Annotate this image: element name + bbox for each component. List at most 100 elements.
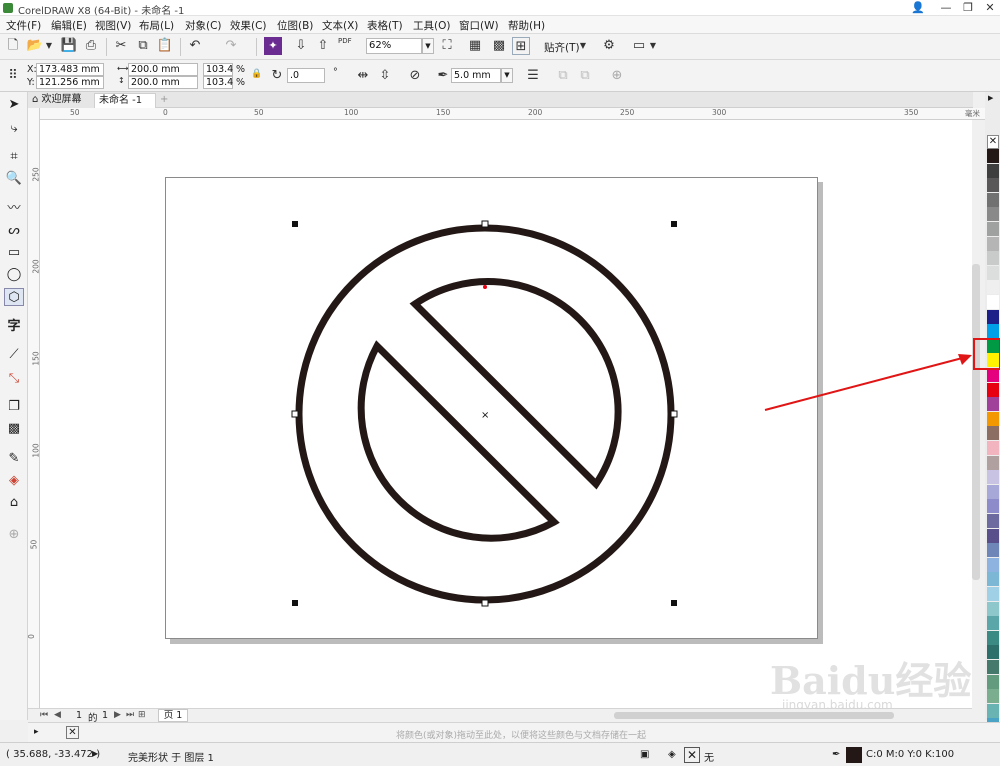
y-position-field[interactable]: 121.256 mm [36, 76, 104, 89]
menu-text[interactable]: 文本(X) [322, 18, 358, 33]
color-swatch[interactable] [987, 251, 999, 266]
color-swatch[interactable] [987, 236, 999, 251]
color-swatch[interactable] [987, 441, 999, 455]
zoom-tool-icon[interactable]: 🔍 [4, 170, 24, 188]
vertical-scrollbar[interactable] [972, 264, 980, 580]
export-icon[interactable]: ⇧ [314, 37, 332, 55]
menu-file[interactable]: 文件(F) [6, 18, 41, 33]
app-launcher-dropdown-icon[interactable]: ▼ [648, 37, 658, 55]
prev-page-icon[interactable]: ◀ [54, 710, 61, 720]
pick-tool-icon[interactable]: ➤ [4, 96, 24, 114]
menu-window[interactable]: 窗口(W) [459, 18, 499, 33]
drawing-layer[interactable]: × [40, 120, 972, 708]
tab-document[interactable]: 未命名 -1 [94, 93, 156, 108]
restore-button[interactable]: ❐ [956, 0, 980, 16]
upper-segment-shape[interactable] [409, 278, 622, 490]
x-position-field[interactable]: 173.483 mm [36, 63, 104, 76]
mirror-vertical-icon[interactable]: ⇳ [376, 67, 394, 85]
menu-view[interactable]: 视图(V) [95, 18, 131, 33]
menu-object[interactable]: 对象(C) [185, 18, 222, 33]
eyedropper-tool-icon[interactable]: ✎ [4, 450, 24, 468]
lower-segment-shape[interactable] [357, 340, 560, 542]
color-swatch[interactable] [987, 616, 999, 631]
color-swatch[interactable] [987, 207, 999, 222]
paste-icon[interactable]: 📋 [156, 37, 174, 55]
combine-icon[interactable]: ⧉ [554, 67, 572, 85]
object-origin-icon[interactable]: ⠿ [4, 67, 22, 85]
drawing-window[interactable]: × Baidu经验 jingyan.baidu.com [40, 120, 972, 712]
text-wrap-options-icon[interactable]: ☰ [524, 67, 542, 85]
palette-scroll-up-icon[interactable]: ▶ [988, 94, 993, 102]
color-swatch[interactable] [987, 149, 999, 163]
menu-tools[interactable]: 工具(O) [413, 18, 450, 33]
add-tool-icon[interactable]: ⊕ [4, 526, 24, 544]
next-page-icon[interactable]: ▶ [114, 710, 121, 720]
color-swatch[interactable] [987, 703, 999, 718]
show-grid-icon[interactable]: ▩ [490, 37, 508, 55]
rectangle-tool-icon[interactable]: ▭ [4, 244, 24, 262]
color-swatch[interactable] [987, 514, 999, 528]
last-page-icon[interactable]: ⏭ [126, 710, 134, 720]
save-icon[interactable]: 💾 [60, 37, 78, 55]
color-proof-icon[interactable]: ▣ [640, 749, 649, 760]
color-swatch[interactable] [987, 455, 999, 470]
import-icon[interactable]: ⇩ [292, 37, 310, 55]
cut-icon[interactable]: ✂ [112, 37, 130, 55]
add-preset-icon[interactable]: ⊕ [608, 67, 626, 85]
full-screen-icon[interactable]: ⛶ [438, 37, 456, 55]
color-swatch[interactable] [987, 163, 999, 178]
drop-shadow-tool-icon[interactable]: ❐ [4, 398, 24, 416]
fill-none-swatch[interactable]: ✕ [684, 747, 700, 763]
color-swatch[interactable] [987, 470, 999, 485]
search-content-icon[interactable]: ✦ [264, 37, 282, 55]
account-icon[interactable]: 👤 [906, 0, 930, 16]
color-swatch[interactable] [987, 572, 999, 587]
first-page-icon[interactable]: ⏮ [40, 710, 48, 720]
break-apart-icon[interactable]: ⧉ [576, 67, 594, 85]
color-swatch[interactable] [987, 587, 999, 601]
height-field[interactable]: 200.0 mm [128, 76, 198, 89]
color-swatch[interactable] [987, 295, 999, 309]
color-swatch[interactable] [987, 411, 999, 426]
menu-bitmaps[interactable]: 位图(B) [277, 18, 313, 33]
polygon-tool-icon[interactable]: ⬡ [4, 288, 24, 306]
transparency-tool-icon[interactable]: ▩ [4, 420, 24, 438]
copy-icon[interactable]: ⧉ [134, 37, 152, 55]
options-gear-icon[interactable]: ⚙ [600, 37, 618, 55]
color-swatch[interactable] [987, 324, 999, 339]
scale-height-field[interactable]: 103.4 [203, 76, 233, 89]
color-swatch[interactable] [987, 484, 999, 499]
text-tool-icon[interactable]: 字 [4, 318, 24, 336]
menu-help[interactable]: 帮助(H) [508, 18, 545, 33]
color-swatch[interactable] [987, 528, 999, 543]
menu-edit[interactable]: 编辑(E) [51, 18, 87, 33]
color-swatch[interactable] [987, 382, 999, 397]
smart-fill-tool-icon[interactable]: ⌂ [4, 494, 24, 512]
color-swatch[interactable] [987, 192, 999, 207]
undo-icon[interactable]: ↶ [186, 37, 204, 55]
doc-no-color-swatch[interactable]: ✕ [66, 726, 79, 739]
color-swatch[interactable] [987, 645, 999, 660]
rotation-field[interactable]: .0 [287, 68, 325, 83]
color-swatch[interactable] [987, 368, 999, 382]
app-launcher-icon[interactable]: ▭ [630, 37, 648, 55]
minimize-button[interactable]: — [934, 0, 958, 16]
color-swatch[interactable] [987, 630, 999, 645]
color-swatch[interactable] [987, 309, 999, 324]
outline-width-field[interactable]: 5.0 mm [451, 68, 501, 83]
crop-tool-icon[interactable]: ⌗ [4, 148, 24, 166]
color-swatch[interactable] [987, 499, 999, 514]
color-swatch[interactable] [987, 543, 999, 558]
horizontal-ruler[interactable]: 50 0 50 100 150 200 250 300 350 毫米 [40, 108, 985, 120]
horizontal-scrollbar[interactable] [614, 712, 894, 719]
interactive-fill-tool-icon[interactable]: ◈ [4, 472, 24, 490]
export-pdf-icon[interactable]: PDF [338, 37, 352, 45]
print-icon[interactable]: ⎙ [82, 37, 100, 55]
color-swatch[interactable] [987, 222, 999, 236]
lock-ratio-icon[interactable]: 🔒 [251, 69, 262, 79]
color-swatch[interactable] [987, 660, 999, 674]
freehand-tool-icon[interactable]: 〰 [4, 200, 24, 218]
no-color-swatch[interactable]: ✕ [987, 135, 999, 149]
snap-to-menu[interactable]: 贴齐(T) [544, 40, 580, 55]
add-tab-button[interactable]: + [156, 93, 170, 108]
